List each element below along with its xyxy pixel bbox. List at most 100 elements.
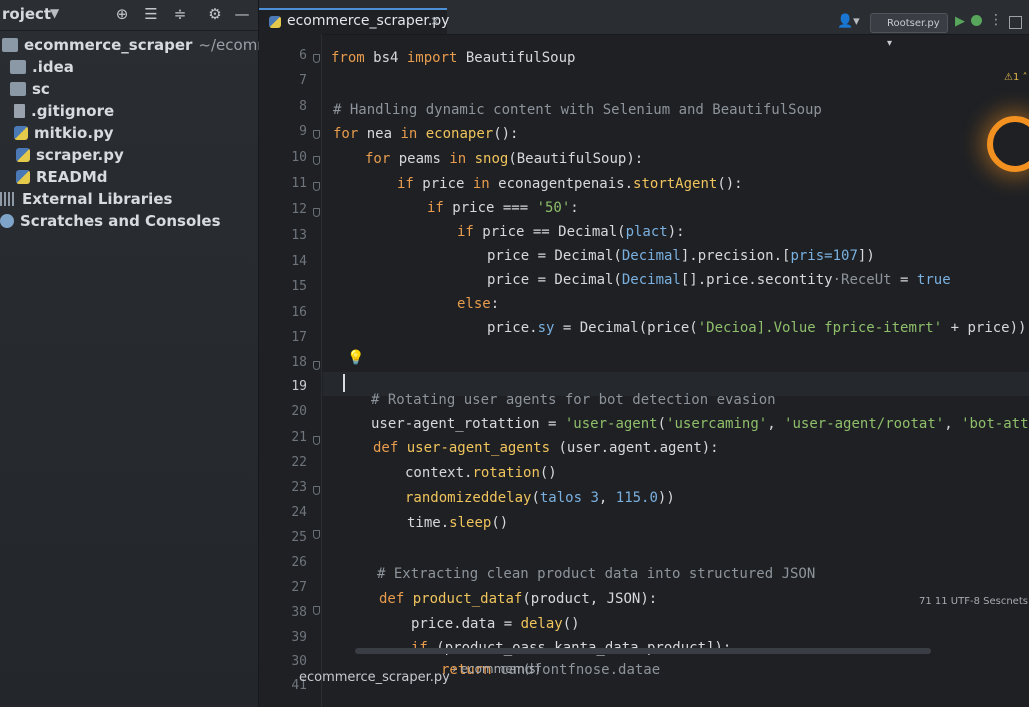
line-number: 24	[291, 505, 307, 520]
ide-window: roject ▼ ⊕ ☰ ≑ ⚙ — ecommerce_scraper ~/ec…	[0, 0, 1029, 707]
code-line: from bs4 import BeautifulSoup	[331, 50, 576, 66]
line-number: 21	[291, 430, 307, 445]
fold-marker-icon[interactable]	[313, 486, 320, 495]
editor-tab-bar: ecommerce_scraper.py × 👤▾ Rootser.py ▾ ▶…	[259, 0, 1029, 49]
project-panel-title[interactable]: roject	[2, 5, 51, 23]
tree-item-label: scraper.py	[36, 146, 124, 164]
tree-item-sc[interactable]: sc	[0, 78, 258, 100]
fold-marker-icon[interactable]	[313, 130, 320, 139]
line-number: 6	[299, 48, 307, 63]
fold-marker-icon[interactable]	[313, 54, 320, 63]
code-line: randomizeddelay(talos 3, 115.0))	[405, 490, 675, 506]
tab-label: ecommerce_scraper.py	[287, 13, 450, 29]
code-line: if price == Decimal(plact):	[457, 224, 685, 240]
code-line: # Handling dynamic content with Selenium…	[333, 102, 822, 118]
horizontal-scrollbar[interactable]	[355, 648, 931, 654]
debug-icon[interactable]	[971, 15, 982, 26]
tree-item-root[interactable]: ecommerce_scraper ~/ecommerce_	[0, 34, 312, 56]
tree-item-label: External Libraries	[22, 190, 173, 208]
line-number: 16	[291, 305, 307, 320]
line-number: 23	[291, 480, 307, 495]
current-line-number: 19	[291, 379, 307, 394]
code-line: if price === '50':	[427, 200, 579, 216]
fold-marker-icon[interactable]	[313, 606, 320, 615]
line-number: 22	[291, 455, 307, 470]
code-line: for nea in econaper():	[333, 126, 519, 142]
line-number: 17	[291, 330, 307, 345]
line-number: 14	[291, 254, 307, 269]
tree-item-label: .gitignore	[31, 102, 115, 120]
line-number: 25	[291, 530, 307, 545]
run-icon[interactable]: ▶	[955, 14, 965, 29]
code-line: price.sy = Decimal(price('Decioa].Volue …	[487, 320, 1027, 336]
line-number: 15	[291, 279, 307, 294]
code-line: price.data = delay()	[411, 616, 580, 632]
file-icon	[14, 104, 25, 118]
fold-marker-icon[interactable]	[313, 361, 320, 370]
expand-icon[interactable]: ≑	[170, 4, 190, 24]
breadcrumb[interactable]: ecommerce_scraper.py	[299, 670, 450, 685]
code-line: if price in econagentpenais.stortAgent()…	[397, 176, 743, 192]
line-number: 9	[299, 124, 307, 139]
line-number: 39	[291, 630, 307, 645]
line-number: 7	[299, 73, 307, 88]
tree-item-scraper[interactable]: scraper.py	[0, 144, 258, 166]
line-number-gutter: 6 7 8 9 10 11 12 13 14 15 16 17 18 19 20…	[259, 34, 322, 707]
code-line: def product_dataf(product, JSON):	[379, 591, 658, 607]
tree-item-label: ecommerce_scraper	[24, 36, 193, 54]
tree-item-gitignore[interactable]: .gitignore	[0, 100, 258, 122]
fold-marker-icon[interactable]	[313, 530, 320, 539]
editor-area: ecommerce_scraper.py × 👤▾ Rootser.py ▾ ▶…	[259, 0, 1029, 707]
minimize-icon[interactable]: —	[232, 4, 252, 24]
user-icon[interactable]: 👤▾	[837, 14, 860, 29]
project-panel-header: roject ▼ ⊕ ☰ ≑ ⚙ —	[0, 0, 258, 31]
folder-icon	[10, 82, 26, 96]
line-number: 12	[291, 202, 307, 217]
library-icon	[0, 192, 16, 206]
code-line: def user-agent_agents (user.agent.agent)…	[373, 440, 719, 456]
more-icon[interactable]: ⋮	[989, 12, 1003, 28]
code-line: for peams in snog(BeautifulSoup):	[365, 151, 644, 167]
fold-marker-icon[interactable]	[313, 208, 320, 217]
tree-item-label: .idea	[32, 58, 74, 76]
tree-item-scratches[interactable]: Scratches and Consoles	[0, 210, 258, 232]
code-line: # Rotating user agents for bot detection…	[371, 392, 776, 408]
python-file-icon	[14, 126, 28, 140]
folder-icon	[2, 38, 18, 52]
line-number: 11	[291, 176, 307, 191]
line-number: 26	[291, 555, 307, 570]
tree-item-idea[interactable]: .idea	[0, 56, 258, 78]
chevron-down-icon[interactable]: ▼	[50, 6, 59, 20]
line-number: 30	[291, 654, 307, 669]
code-line: else:	[457, 296, 500, 312]
tree-item-label: Scratches and Consoles	[20, 212, 221, 230]
fold-marker-icon[interactable]	[313, 436, 320, 445]
gear-icon[interactable]: ⚙	[205, 4, 225, 24]
line-number: 38	[291, 605, 307, 620]
fold-marker-icon[interactable]	[313, 182, 320, 191]
tree-item-mitkio[interactable]: mitkio.py	[0, 122, 258, 144]
line-number: 27	[291, 580, 307, 595]
window-icon[interactable]	[1009, 16, 1022, 29]
close-icon[interactable]: ×	[430, 10, 440, 33]
python-file-icon	[16, 170, 30, 184]
code-line: time.sleep()	[407, 515, 509, 531]
code-line: context.rotation()	[405, 465, 557, 481]
tree-item-label: mitkio.py	[34, 124, 114, 142]
line-number: 18	[291, 355, 307, 370]
tab-ecommerce-scraper[interactable]: ecommerce_scraper.py ×	[259, 8, 450, 34]
code-line: user-agent_rotattion = 'user-agent('user…	[371, 416, 1029, 432]
tree-item-label: sc	[32, 80, 50, 98]
collapse-icon[interactable]: ☰	[141, 4, 161, 24]
tree-item-external-libraries[interactable]: External Libraries	[0, 188, 258, 210]
fold-marker-icon[interactable]	[313, 156, 320, 165]
breadcrumb-item[interactable]: › ecommem(s)	[452, 662, 540, 676]
tree-item-readme[interactable]: READMd	[0, 166, 258, 188]
line-number: 8	[299, 99, 307, 114]
code-line: # Extracting clean product data into str…	[377, 566, 816, 582]
tree-item-label: READMd	[36, 168, 108, 186]
code-line: price = Decimal(Decimal[].price.secontit…	[487, 272, 951, 288]
warning-indicator[interactable]: ⚠1 ˄	[1004, 72, 1028, 83]
locate-icon[interactable]: ⊕	[112, 4, 132, 24]
run-configuration-select[interactable]: Rootser.py ▾	[870, 13, 948, 49]
